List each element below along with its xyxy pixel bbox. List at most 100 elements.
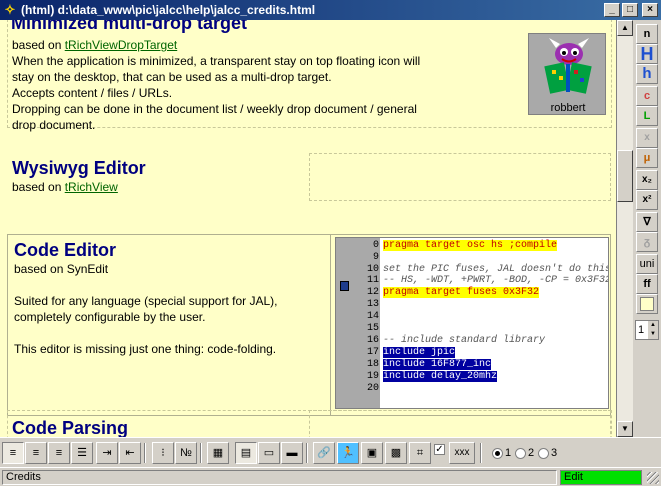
close-button[interactable]: × [642,3,658,17]
link-trichviewdroptarget[interactable]: tRichViewDropTarget [65,38,178,52]
resize-grip-icon[interactable] [647,472,659,484]
scroll-down-icon[interactable]: ▼ [617,421,633,437]
table-layout-icon[interactable]: ▤ [235,442,257,464]
line-number: 12 [366,287,379,298]
image-caption: robbert [550,102,586,114]
toolbar-separator [480,443,482,463]
window-title: (html) d:\data_www\pic\jalcc\help\jalcc_… [21,3,316,17]
document-area[interactable]: Minimized multi-drop target based on tRi… [0,20,617,437]
bullet-list-icon[interactable]: ⁝ [152,442,174,464]
paragraph-line: Suited for any language (special support… [14,294,278,308]
line-number: 0 [372,240,379,251]
code-line: 9 [336,252,608,263]
based-on-prefix: based on [12,180,65,194]
line-number: 14 [366,311,379,322]
line-number: 9 [372,252,379,263]
toolbar-separator [200,443,202,463]
based-on-synedit: based on SynEdit [14,262,109,276]
code-text: pragma target fuses 0x3F32 [383,287,540,298]
code-line: 0 pragma target osc hs ;compile [336,240,608,251]
format-superscript-button[interactable]: x² [636,190,658,210]
align-left-icon[interactable]: ≡ [2,442,24,464]
format-ff-button[interactable]: ff [636,274,658,294]
line-number: 10 [366,264,379,275]
color-swatch [640,297,654,311]
paragraph-line: This editor is missing just one thing: c… [14,342,277,356]
format-normal-button[interactable]: n [636,24,658,44]
code-line: 17 include jpic [336,347,608,358]
crop-icon[interactable]: ⌗ [409,442,431,464]
line-number: 16 [366,335,379,346]
paragraph-line: Dropping can be done in the document lis… [12,102,417,116]
radio-option-3[interactable] [538,448,549,459]
line-number: 17 [366,347,379,358]
format-mu-button[interactable]: μ [636,148,658,168]
camera-icon[interactable]: ▩ [385,442,407,464]
numbered-list-icon[interactable]: № [175,442,197,464]
format-heading1-button[interactable]: H [636,44,658,64]
format-symbol-button[interactable]: ᵹ [636,232,658,252]
justify-icon[interactable]: ☰ [71,442,93,464]
link-trichview[interactable]: tRichView [65,180,118,194]
code-text: set the PIC fuses, JAL doesn't do this [383,264,609,275]
minimize-button[interactable]: _ [604,3,620,17]
format-panel: n H h c L x μ x₂ x² ∇ ᵹ uni ff 1 ▲ ▼ [633,20,661,437]
xxx-button[interactable]: xxx [449,442,475,464]
status-text: Credits [2,470,557,485]
code-text: include 16F877_inc [383,359,492,370]
indent-icon[interactable]: ⇥ [96,442,118,464]
code-line: 13 [336,299,608,310]
align-right-icon[interactable]: ≡ [48,442,70,464]
bottom-toolbar: ≡ ≡ ≡ ☰ ⇥ ⇤ ⁝ № ▦ ▤ ▭ ▬ 🔗 🏃 ▣ ▩ ⌗ ✓ xxx … [0,437,661,467]
line-number: 15 [366,323,379,334]
radio-label-3: 3 [551,447,558,459]
code-text: include jpic [383,347,456,358]
color-box-icon[interactable] [636,294,658,314]
table-grid-icon[interactable]: ▦ [207,442,229,464]
line-number: 13 [366,299,379,310]
table-bottom-icon[interactable]: ▬ [281,442,303,464]
based-on-prefix: based on [12,38,65,52]
robbert-image: robbert [528,33,606,115]
status-mode: Edit [560,470,642,485]
code-line: 20 [336,383,608,394]
paragraph-line: completely configurable by the user. [14,310,206,324]
line-number: 18 [366,359,379,370]
format-nabla-button[interactable]: ∇ [636,212,658,232]
outdent-icon[interactable]: ⇤ [119,442,141,464]
maximize-button[interactable]: □ [622,3,638,17]
run-icon[interactable]: 🏃 [337,442,359,464]
code-line: 14 [336,311,608,322]
placeholder-cell [309,410,611,437]
table-border-icon[interactable]: ▭ [258,442,280,464]
spinner-arrows-icon[interactable]: ▲ ▼ [648,321,658,339]
code-text: pragma target osc hs ;compile [383,240,558,251]
status-bar: Credits Edit [0,467,661,486]
code-line: 12 pragma target fuses 0x3F32 [336,287,608,298]
format-link-button[interactable]: L [636,106,658,126]
line-number: 20 [366,383,379,394]
format-code-button[interactable]: c [636,86,658,106]
scroll-up-icon[interactable]: ▲ [617,20,633,36]
paragraph-line: Accepts content / files / URLs. [12,86,173,100]
code-text: include delay_20mhz [383,371,498,382]
format-heading2-button[interactable]: h [636,64,658,84]
format-subscript-button[interactable]: x₂ [636,170,658,190]
section-title-code-editor: Code Editor [14,240,116,260]
format-unicode-button[interactable]: uni [636,254,658,274]
radio-option-1[interactable] [492,448,503,459]
option-checkbox[interactable]: ✓ [434,444,445,455]
insert-image-icon[interactable]: ▣ [361,442,383,464]
code-text: -- include standard library [383,335,546,346]
scroll-thumb[interactable] [617,150,633,202]
size-spinner[interactable]: 1 ▲ ▼ [635,320,659,340]
radio-option-2[interactable] [515,448,526,459]
code-text: -- HS, -WDT, +PWRT, -BOD, -CP = 0x3F32 [383,275,609,286]
format-x-button[interactable]: x [636,128,658,148]
radio-label-2: 2 [528,447,535,459]
robbert-mascot-icon [544,38,592,94]
vertical-scrollbar[interactable]: ▲ ▼ [617,20,633,437]
link-icon[interactable]: 🔗 [313,442,335,464]
align-center-icon[interactable]: ≡ [25,442,47,464]
spinner-value: 1 [638,324,645,336]
